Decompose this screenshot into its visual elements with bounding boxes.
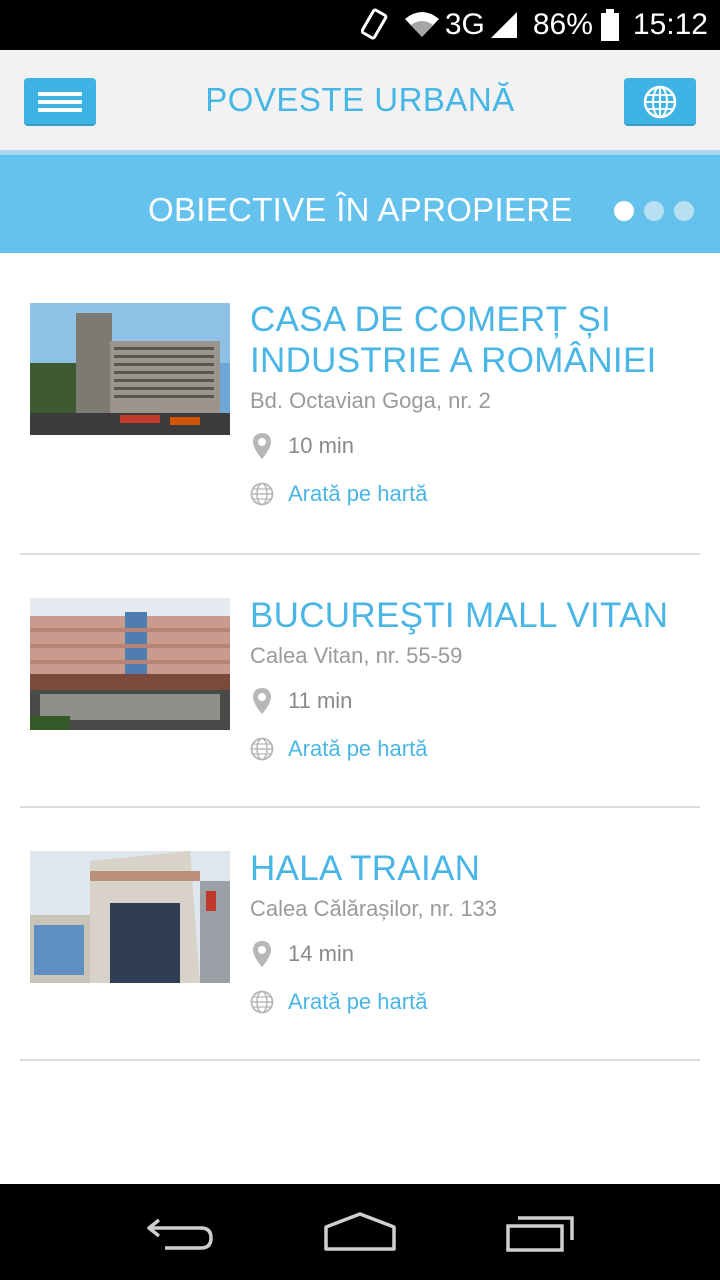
globe-icon [250,987,274,1017]
app-header: POVESTE URBANĂ [0,50,720,150]
item-time: 10 min [288,433,355,458]
item-thumbnail [30,851,230,983]
back-button[interactable] [140,1207,220,1257]
section-banner: OBIECTIVE ÎN APROPIERE [0,150,720,253]
page-dot-2[interactable] [644,201,664,221]
show-on-map-link[interactable]: Arată pe hartă [250,987,427,1017]
status-bar: 3G 86% 15:12 [0,0,720,50]
signal-icon [489,10,519,40]
show-on-map-link[interactable]: Arată pe hartă [250,734,427,764]
location-pin-icon [250,431,274,461]
item-address: Calea Călărașilor, nr. 133 [250,896,498,921]
battery-level: 86% [532,8,593,41]
item-title-line: HALA TRAIAN [250,849,481,888]
page-dot-3[interactable] [674,201,694,221]
app-title: POVESTE URBANĂ [205,81,515,118]
item-address: Bd. Octavian Goga, nr. 2 [250,388,491,413]
map-link-label: Arată pe hartă [288,481,428,506]
item-time-row: 14 min [250,939,354,969]
globe-icon [643,85,677,119]
battery-icon [600,9,619,41]
list-item[interactable]: HALA TRAIAN Calea Călărașilor, nr. 133 1… [20,808,700,1061]
item-title[interactable]: BUCUREŞTI MALL VITAN [250,595,690,636]
home-icon [324,1212,396,1251]
item-address: Calea Vitan, nr. 55-59 [250,643,463,668]
globe-icon [250,734,274,764]
item-title-line: INDUSTRIE A ROMÂNIEI [250,341,657,380]
clock: 15:12 [632,8,708,41]
item-thumbnail [30,303,230,435]
item-title[interactable]: CASA DE COMERȚ ȘI INDUSTRIE A ROMÂNIEI [250,299,690,381]
wifi-icon [403,11,441,39]
system-nav-bar [0,1184,720,1280]
home-button[interactable] [320,1207,400,1257]
location-pin-icon [250,939,274,969]
item-time: 14 min [288,941,355,966]
globe-icon [250,479,274,509]
item-title-line: CASA DE COMERȚ ȘI [250,300,611,339]
item-time: 11 min [288,688,353,713]
language-button[interactable] [624,78,696,126]
item-title-line: BUCUREŞTI MALL VITAN [250,596,669,635]
location-pin-icon [250,686,274,716]
show-on-map-link[interactable]: Arată pe hartă [250,479,427,509]
network-type: 3G [444,8,485,41]
map-link-label: Arată pe hartă [288,989,428,1014]
item-time-row: 10 min [250,431,354,461]
item-thumbnail [30,598,230,730]
recent-apps-button[interactable] [500,1207,580,1257]
recent-apps-icon [506,1216,574,1252]
nearby-list: CASA DE COMERȚ ȘI INDUSTRIE A ROMÂNIEI B… [20,253,700,1061]
item-time-row: 11 min [250,686,352,716]
menu-button[interactable] [24,78,96,126]
map-link-label: Arată pe hartă [288,736,428,761]
back-icon [147,1218,213,1250]
item-title[interactable]: HALA TRAIAN [250,848,690,889]
list-item[interactable]: CASA DE COMERȚ ȘI INDUSTRIE A ROMÂNIEI B… [20,253,700,555]
rotate-icon [360,8,389,42]
page-indicator [614,201,704,221]
list-item[interactable]: BUCUREŞTI MALL VITAN Calea Vitan, nr. 55… [20,555,700,808]
hamburger-icon [38,88,82,116]
page-dot-1[interactable] [614,201,634,221]
section-title: OBIECTIVE ÎN APROPIERE [148,191,573,228]
